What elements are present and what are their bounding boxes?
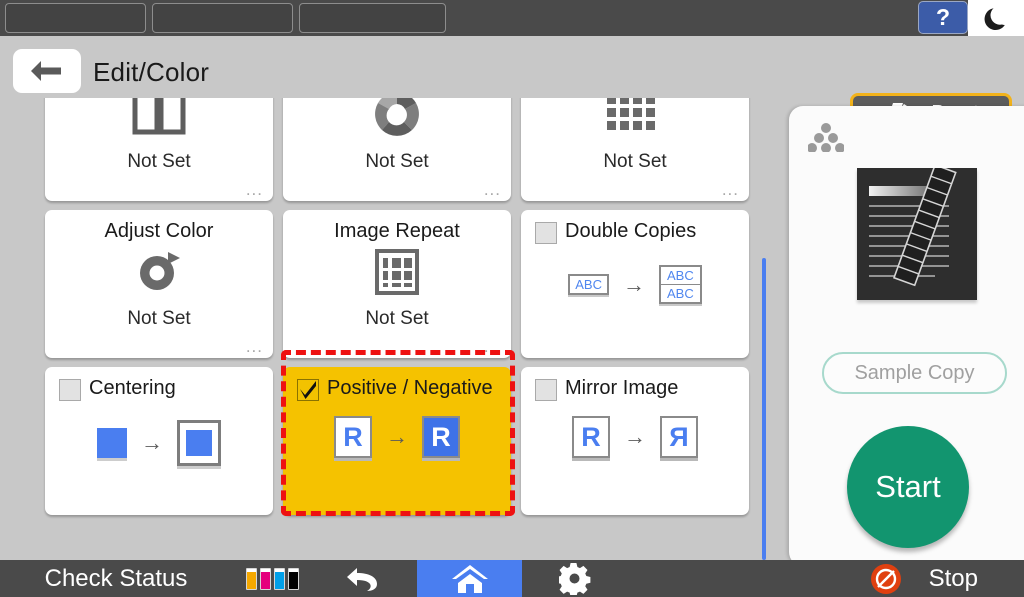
source-page-shape — [97, 428, 127, 458]
system-bar: ? — [0, 0, 1024, 36]
abc-result: ABC ABC — [659, 265, 702, 304]
option-card-title-row: Double Copies — [521, 210, 749, 243]
gear-icon — [559, 563, 591, 595]
toner-yellow — [246, 568, 257, 590]
option-card-stamp-grid[interactable]: Not Set ... — [521, 98, 749, 201]
arrow-icon: → — [386, 424, 408, 450]
undo-arrow-icon — [345, 564, 385, 594]
centering-illustration: → — [45, 420, 273, 466]
centering-checkbox[interactable] — [59, 379, 81, 401]
option-card-more-icon[interactable]: ... — [484, 342, 501, 352]
positive-negative-checkbox[interactable] — [297, 379, 319, 401]
bottom-bar: Check Status — [0, 560, 1024, 597]
page-title: Edit/Color — [93, 57, 209, 88]
stop-circle-icon[interactable] — [869, 562, 903, 596]
tab-slot-1[interactable] — [5, 3, 146, 33]
stop-area[interactable]: Stop — [869, 562, 1024, 596]
toner-black — [288, 568, 299, 590]
option-card-positive-negative[interactable]: Positive / Negative R → R — [283, 367, 511, 515]
option-card-title-row: Mirror Image — [521, 367, 749, 400]
stop-label: Stop — [929, 565, 978, 593]
system-bar-right: ? — [918, 0, 1024, 36]
sample-copy-label: Sample Copy — [854, 362, 974, 385]
checkmark-icon — [298, 380, 318, 400]
page-header: Edit/Color Reset — [0, 36, 1024, 98]
option-card-title-row: Positive / Negative — [283, 367, 511, 400]
help-button[interactable]: ? — [918, 1, 968, 34]
dots-triangle-icon[interactable] — [808, 122, 844, 157]
option-card-more-icon[interactable]: ... — [246, 185, 263, 195]
check-status-button[interactable]: Check Status — [0, 565, 232, 593]
check-status-label: Check Status — [45, 565, 188, 592]
option-card-title: Adjust Color — [45, 210, 273, 243]
option-card-title-row: Centering — [45, 367, 273, 400]
option-card-more-icon[interactable]: ... — [246, 342, 263, 352]
mirror-image-checkbox[interactable] — [535, 379, 557, 401]
sample-copy-button[interactable]: Sample Copy — [822, 352, 1007, 394]
r-glyph-positive: R — [334, 416, 372, 458]
start-button[interactable]: Start — [847, 426, 969, 548]
right-action-panel: Sample Copy Start — [789, 106, 1024, 566]
toner-levels-icon[interactable] — [232, 568, 312, 590]
option-card-title: Double Copies — [565, 220, 696, 242]
result-page-shape — [177, 420, 221, 466]
option-card-adjust-color[interactable]: Adjust Color Not Set ... — [45, 210, 273, 358]
option-card-mirror-image[interactable]: Mirror Image R → Я — [521, 367, 749, 515]
home-button[interactable] — [417, 560, 522, 597]
option-card-color-wheel[interactable]: Not Set ... — [283, 98, 511, 201]
question-mark-icon: ? — [936, 4, 950, 31]
book-pages-icon — [45, 98, 273, 141]
option-card-image-repeat[interactable]: Image Repeat Not Set ... — [283, 210, 511, 358]
option-card-title: Positive / Negative — [327, 377, 493, 399]
option-card-more-icon[interactable]: ... — [484, 185, 501, 195]
options-grid: Not Set ... Not Set — [45, 98, 749, 515]
scanned-document-preview — [857, 168, 977, 300]
option-card-status: Not Set — [521, 151, 749, 173]
vertical-scrollbar[interactable] — [762, 258, 766, 560]
option-card-book-pages[interactable]: Not Set ... — [45, 98, 273, 201]
option-card-title: Image Repeat — [283, 210, 511, 243]
option-card-centering[interactable]: Centering → — [45, 367, 273, 515]
positive-negative-illustration: R → R — [283, 416, 511, 458]
sleep-mode-button[interactable] — [968, 0, 1024, 36]
r-glyph-negative: R — [422, 416, 460, 458]
back-button[interactable] — [13, 49, 81, 93]
abc-result-bottom: ABC — [661, 285, 700, 302]
settings-button[interactable] — [522, 560, 627, 597]
option-card-status: Not Set — [283, 151, 511, 173]
left-arrow-icon — [27, 58, 67, 84]
home-icon — [450, 563, 490, 595]
arrow-icon: → — [141, 430, 163, 456]
options-scroll-area[interactable]: Not Set ... Not Set — [0, 98, 786, 560]
abc-source: ABC — [568, 274, 609, 295]
arrow-icon: → — [623, 272, 645, 298]
r-glyph-normal: R — [572, 416, 610, 458]
option-card-status: Not Set — [45, 308, 273, 330]
back-nav-button[interactable] — [312, 560, 417, 597]
start-button-label: Start — [875, 469, 940, 505]
abc-result-top: ABC — [661, 267, 700, 285]
r-glyph-mirrored: Я — [660, 416, 698, 458]
double-copies-checkbox[interactable] — [535, 222, 557, 244]
option-card-title: Centering — [89, 377, 176, 399]
tab-slot-2[interactable] — [152, 3, 293, 33]
copier-touch-panel: ? Edit/Color — [0, 0, 1024, 597]
color-ring-arrow-icon — [45, 243, 273, 301]
option-card-more-icon[interactable]: ... — [722, 185, 739, 195]
option-card-status: Not Set — [283, 308, 511, 330]
color-wheel-icon — [283, 98, 511, 141]
option-card-title: Mirror Image — [565, 377, 678, 399]
arrow-icon: → — [624, 424, 646, 450]
mirror-image-illustration: R → Я — [521, 416, 749, 458]
abc-double-illustration: ABC → ABC ABC — [521, 265, 749, 304]
stamp-grid-icon — [521, 98, 749, 141]
option-card-double-copies[interactable]: Double Copies ABC → ABC ABC — [521, 210, 749, 358]
tab-slot-3[interactable] — [299, 3, 446, 33]
toner-magenta — [260, 568, 271, 590]
crescent-moon-icon — [981, 3, 1011, 33]
framed-grid-icon — [283, 243, 511, 301]
option-card-status: Not Set — [45, 151, 273, 173]
toner-cyan — [274, 568, 285, 590]
